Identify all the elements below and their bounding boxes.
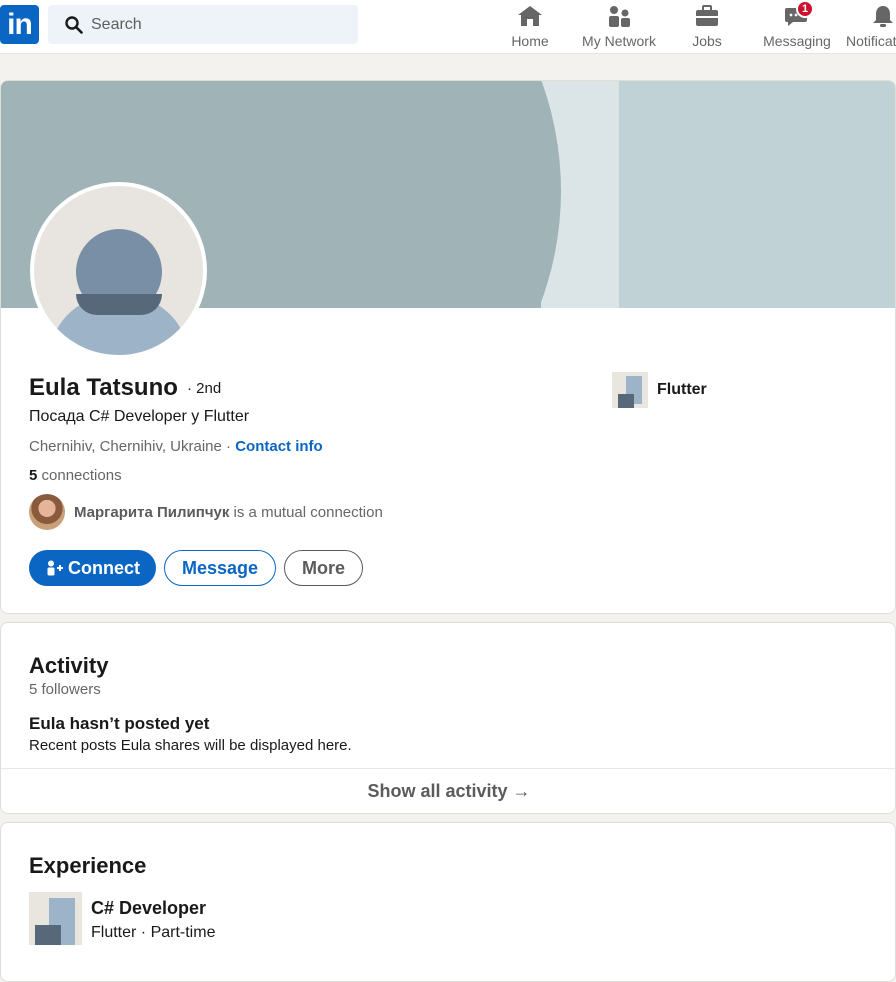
mutual-connection-avatar[interactable] [29, 494, 65, 530]
briefcase-icon [696, 5, 718, 26]
activity-divider [1, 768, 895, 769]
experience-company: Flutter · Part-time [91, 924, 216, 941]
message-button[interactable]: Message [164, 550, 276, 586]
nav-notifications[interactable]: Notifications [845, 0, 896, 54]
mutual-connection-text[interactable]: Маргарита Пилипчук is a mutual connectio… [74, 504, 383, 521]
nav-jobs-label: Jobs [692, 33, 722, 49]
connection-degree: · 2nd [187, 380, 222, 397]
search-placeholder: Search [91, 16, 142, 33]
no-posts-description: Recent posts Eula shares will be display… [29, 737, 352, 754]
network-icon [609, 6, 630, 27]
bell-icon [873, 6, 893, 27]
experience-role: C# Developer [91, 898, 207, 918]
activity-title: Activity [29, 653, 109, 678]
nav-home-label: Home [511, 33, 549, 49]
show-all-activity-button[interactable]: Show all activity → [1, 781, 895, 802]
nav-messaging-label: Messaging [763, 33, 831, 49]
company-logo[interactable] [612, 372, 648, 408]
connect-button-label: Connect [68, 558, 140, 578]
profile-card: Eula Tatsuno · 2nd Посада C# Developer у… [0, 80, 896, 614]
profile-name: Eula Tatsuno [29, 374, 178, 401]
profile-location-line: Chernihiv, Chernihiv, Ukraine · Contact … [29, 438, 323, 455]
activity-card: Activity 5 followers Eula hasn’t posted … [0, 622, 896, 814]
experience-title: Experience [29, 853, 147, 878]
location-separator: · [221, 438, 236, 455]
profile-photo[interactable] [30, 182, 207, 359]
mutual-connection-suffix: is a mutual connection [229, 504, 383, 521]
connections-label: connections [37, 467, 122, 484]
more-button[interactable]: More [284, 550, 363, 586]
linkedin-logo[interactable]: in [0, 5, 39, 44]
messaging-badge: 1 [796, 0, 814, 18]
mutual-connection-name: Маргарита Пилипчук [74, 504, 230, 521]
experience-card: Experience C# Developer Flutter · Part-t… [0, 822, 896, 982]
nav-my-network-label: My Network [582, 33, 656, 49]
add-person-icon [47, 560, 63, 576]
connect-button[interactable]: Connect [29, 550, 156, 586]
followers-count: 5 followers [29, 681, 101, 698]
experience-company-logo[interactable] [29, 892, 82, 945]
nav-notifications-label: Notifications [846, 33, 896, 49]
nav-messaging[interactable]: 1 Messaging [760, 0, 834, 54]
contact-info-link[interactable]: Contact info [235, 438, 323, 455]
no-posts-title: Eula hasn’t posted yet [29, 714, 210, 733]
connections-count[interactable]: 5 connections [29, 467, 122, 484]
home-icon [518, 6, 542, 26]
profile-headline: Посада C# Developer у Flutter [29, 408, 250, 425]
top-navigation: in Search Home My Network Jobs 1 Messagi… [0, 0, 896, 54]
nav-home[interactable]: Home [505, 0, 555, 54]
profile-location: Chernihiv, Chernihiv, Ukraine [29, 438, 222, 455]
current-company[interactable]: Flutter [657, 381, 707, 399]
nav-my-network[interactable]: My Network [578, 0, 660, 54]
search-icon [65, 16, 83, 34]
search-input[interactable]: Search [48, 5, 358, 44]
nav-jobs[interactable]: Jobs [684, 0, 730, 54]
